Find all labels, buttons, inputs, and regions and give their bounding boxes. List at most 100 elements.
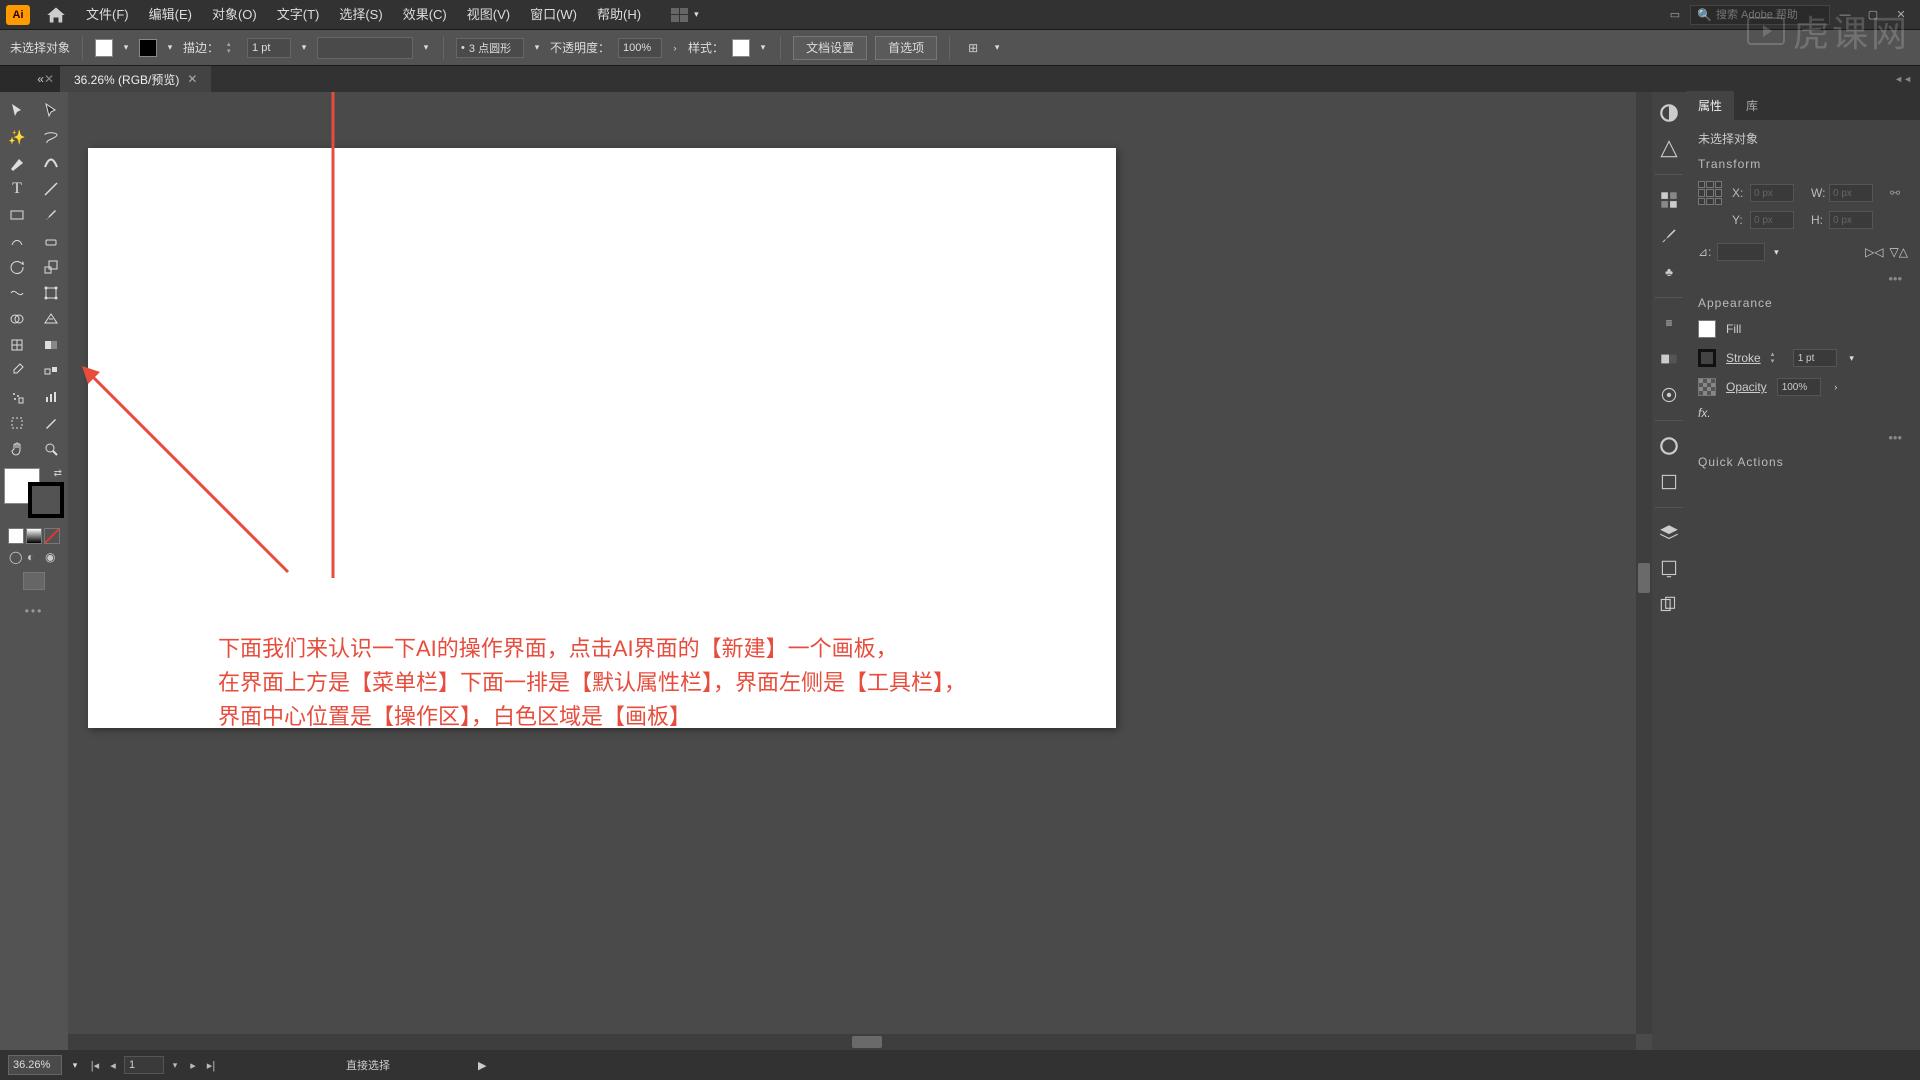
perspective-grid-tool[interactable]	[34, 306, 68, 332]
vertical-scrollbar[interactable]	[1636, 92, 1652, 1034]
line-tool[interactable]	[34, 176, 68, 202]
home-icon[interactable]	[46, 5, 66, 25]
stroke-swatch[interactable]	[139, 39, 157, 57]
draw-normal-icon[interactable]: ◯	[9, 550, 23, 564]
artboard-tool[interactable]	[0, 410, 34, 436]
blend-tool[interactable]	[34, 358, 68, 384]
zoom-level[interactable]: 36.26%	[8, 1055, 62, 1075]
menu-edit[interactable]: 编辑(E)	[139, 0, 202, 30]
menu-effect[interactable]: 效果(C)	[393, 0, 457, 30]
horizontal-scrollbar[interactable]	[68, 1034, 1636, 1050]
free-transform-tool[interactable]	[34, 280, 68, 306]
slice-tool[interactable]	[34, 410, 68, 436]
eraser-tool[interactable]	[34, 228, 68, 254]
close-button[interactable]: ✕	[1888, 6, 1914, 24]
gradient-panel-icon[interactable]	[1658, 348, 1680, 370]
fill-swatch[interactable]	[95, 39, 113, 57]
hand-tool[interactable]	[0, 436, 34, 462]
opacity-field[interactable]: 100%	[618, 38, 662, 58]
collapsed-tab[interactable]: «✕	[0, 66, 60, 92]
asset-export-panel-icon[interactable]	[1658, 558, 1680, 580]
swatches-panel-icon[interactable]	[1658, 189, 1680, 211]
arrange-documents-icon[interactable]: ▭	[1662, 6, 1688, 24]
mesh-tool[interactable]	[0, 332, 34, 358]
rectangle-tool[interactable]	[0, 202, 34, 228]
panel-opacity-field[interactable]: 100%	[1777, 378, 1821, 396]
status-play-icon[interactable]: ▶	[478, 1059, 486, 1072]
edit-toolbar-icon[interactable]: •••	[0, 604, 68, 618]
symbols-panel-icon[interactable]: ♣	[1658, 261, 1680, 283]
stroke-stepper[interactable]: ▴▾	[227, 38, 239, 58]
graphic-styles-panel-icon[interactable]	[1658, 471, 1680, 493]
zoom-tool[interactable]	[34, 436, 68, 462]
menu-window[interactable]: 窗口(W)	[520, 0, 587, 30]
lasso-tool[interactable]	[34, 124, 68, 150]
document-setup-button[interactable]: 文档设置	[793, 36, 867, 60]
stroke-weight-field[interactable]: 1 pt	[247, 38, 291, 58]
rotate-field[interactable]	[1717, 243, 1765, 261]
menu-file[interactable]: 文件(F)	[76, 0, 139, 30]
panel-fx-label[interactable]: fx.	[1698, 406, 1908, 420]
menu-type[interactable]: 文字(T)	[267, 0, 330, 30]
panel-expand-icon[interactable]: ◄◄	[1886, 74, 1920, 84]
transform-w-field[interactable]: 0 px	[1829, 184, 1873, 202]
panel-fill-swatch[interactable]	[1698, 320, 1716, 338]
close-tab-icon[interactable]: ✕	[187, 72, 197, 86]
menu-select[interactable]: 选择(S)	[329, 0, 392, 30]
align-to-button[interactable]: ⊞	[962, 38, 984, 58]
direct-selection-tool[interactable]	[34, 98, 68, 124]
selection-tool[interactable]	[0, 98, 34, 124]
transform-x-field[interactable]: 0 px	[1750, 184, 1794, 202]
screen-mode-button[interactable]	[23, 572, 45, 590]
column-graph-tool[interactable]	[34, 384, 68, 410]
rotate-tool[interactable]	[0, 254, 34, 280]
eyedropper-tool[interactable]	[0, 358, 34, 384]
brushes-panel-icon[interactable]	[1658, 225, 1680, 247]
panel-stroke-weight[interactable]: 1 pt	[1793, 349, 1837, 367]
color-mode-gradient[interactable]	[26, 528, 42, 544]
color-panel-icon[interactable]	[1658, 102, 1680, 124]
gradient-tool[interactable]	[34, 332, 68, 358]
variable-width-profile[interactable]	[317, 37, 413, 59]
brush-definition[interactable]: •3 点圆形	[456, 38, 524, 58]
shape-builder-tool[interactable]	[0, 306, 34, 332]
transform-h-field[interactable]: 0 px	[1829, 211, 1873, 229]
color-mode-none[interactable]	[44, 528, 60, 544]
panel-stroke-swatch[interactable]	[1698, 349, 1716, 367]
workspace-switcher[interactable]: ▾	[671, 5, 701, 25]
panel-opacity-label[interactable]: Opacity	[1726, 380, 1767, 394]
draw-inside-icon[interactable]: ◉	[45, 550, 59, 564]
preferences-button[interactable]: 首选项	[875, 36, 937, 60]
panel-stroke-stepper[interactable]: ▴▾	[1771, 348, 1783, 368]
prev-artboard-icon[interactable]: ◂	[106, 1059, 120, 1072]
last-artboard-icon[interactable]: ▸|	[204, 1059, 218, 1072]
document-tab[interactable]: 36.26% (RGB/预览) ✕	[60, 66, 211, 92]
color-guide-panel-icon[interactable]	[1658, 138, 1680, 160]
tab-properties[interactable]: 属性	[1686, 91, 1734, 120]
appearance-more-icon[interactable]: •••	[1698, 430, 1908, 445]
pen-tool[interactable]	[0, 150, 34, 176]
help-search[interactable]: 🔍	[1690, 5, 1830, 25]
appearance-panel-icon[interactable]	[1658, 435, 1680, 457]
panel-opacity-swatch[interactable]	[1698, 378, 1716, 396]
panel-stroke-label[interactable]: Stroke	[1726, 351, 1761, 365]
menu-help[interactable]: 帮助(H)	[587, 0, 651, 30]
curvature-tool[interactable]	[34, 150, 68, 176]
magic-wand-tool[interactable]: ✨	[0, 124, 34, 150]
link-wh-icon[interactable]: ⚯	[1890, 186, 1908, 200]
draw-behind-icon[interactable]: ◐	[27, 550, 41, 564]
transform-more-icon[interactable]: •••	[1698, 271, 1908, 286]
paintbrush-tool[interactable]	[34, 202, 68, 228]
help-search-input[interactable]	[1716, 9, 1816, 21]
width-tool[interactable]	[0, 280, 34, 306]
tab-libraries[interactable]: 库	[1734, 91, 1770, 120]
color-mode-solid[interactable]	[8, 528, 24, 544]
symbol-sprayer-tool[interactable]	[0, 384, 34, 410]
scale-tool[interactable]	[34, 254, 68, 280]
shaper-tool[interactable]	[0, 228, 34, 254]
menu-object[interactable]: 对象(O)	[202, 0, 267, 30]
transparency-panel-icon[interactable]	[1658, 384, 1680, 406]
fill-stroke-control[interactable]: ⇄	[4, 468, 64, 518]
menu-view[interactable]: 视图(V)	[457, 0, 520, 30]
first-artboard-icon[interactable]: |◂	[88, 1059, 102, 1072]
